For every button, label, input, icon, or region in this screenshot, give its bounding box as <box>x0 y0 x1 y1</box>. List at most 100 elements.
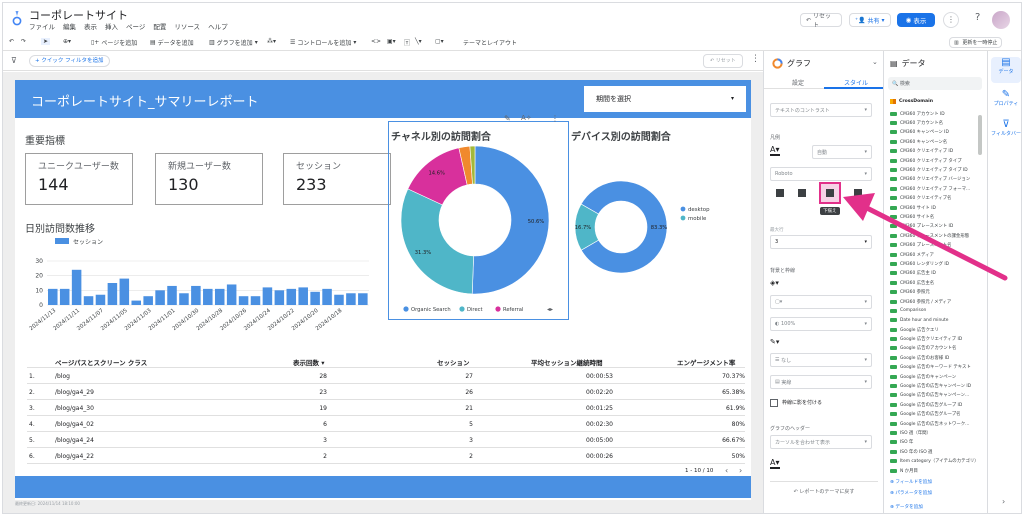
column-header-views[interactable]: 表示回数 ▾ <box>293 357 325 367</box>
legend-pager-icon[interactable]: ◂▸ <box>547 306 553 313</box>
field-list-item[interactable]: ISO 年 <box>890 438 978 447</box>
bar[interactable] <box>71 269 82 305</box>
bar[interactable] <box>298 287 308 305</box>
bar[interactable] <box>48 288 58 305</box>
bar[interactable] <box>95 294 106 305</box>
daily-sessions-bar-chart[interactable]: セッション01020302024/11/132024/11/112024/11/… <box>25 235 375 345</box>
bar[interactable] <box>155 290 165 305</box>
tab-style[interactable]: スタイル <box>844 78 868 87</box>
data-search-input[interactable]: 🔍 検索 <box>888 77 982 90</box>
field-list-item[interactable]: Google 広告の広告グループ名 <box>890 410 978 419</box>
bar[interactable] <box>167 285 177 305</box>
more-vert-icon[interactable]: ⋮ <box>751 54 760 64</box>
kpi-card-sessions[interactable]: セッション 233 <box>283 153 391 205</box>
column-header-duration[interactable]: 平均セッション継続時間 <box>531 357 603 367</box>
explore-icon[interactable]: A✧ <box>521 114 532 122</box>
font-color-icon[interactable]: A▾ <box>770 146 780 156</box>
community-viz-icon[interactable]: ⁂▾ <box>267 38 276 45</box>
rail-filterbar-button[interactable]: ⊽ フィルタバー <box>991 119 1021 145</box>
add-chart-button[interactable]: ▥ グラフを追加 ▾ <box>209 38 258 47</box>
table-row[interactable]: 1. /blog 28 27 00:00:53 70.37% <box>27 368 745 384</box>
field-list-item[interactable]: CM360 キャンペーン名 <box>890 137 978 146</box>
avatar[interactable] <box>992 11 1010 29</box>
help-icon[interactable]: ? <box>975 12 980 23</box>
field-list-item[interactable]: Google 広告のキーワード テキスト <box>890 363 978 372</box>
field-list-item[interactable]: CM360 参照元 / メディア <box>890 297 978 306</box>
align-top-icon[interactable] <box>776 189 784 197</box>
align-middle-icon[interactable] <box>798 189 806 197</box>
bar[interactable] <box>262 287 273 305</box>
bar[interactable] <box>203 288 213 305</box>
collapse-chevron-icon[interactable]: ⌄ <box>872 58 878 66</box>
undo-icon[interactable]: ↶ <box>9 38 14 45</box>
device-donut-chart[interactable]: 83.3% 16.7% desktop mobile <box>571 175 741 280</box>
line-icon[interactable]: ╲▾ <box>415 38 422 45</box>
reset-button[interactable]: ↶ リセット <box>800 13 842 29</box>
menu-view[interactable]: 表示 <box>84 21 97 31</box>
field-list-item[interactable]: ISO 週（年間） <box>890 428 978 437</box>
menu-arrange[interactable]: 配置 <box>153 21 166 31</box>
bar[interactable] <box>119 278 130 305</box>
background-color-select[interactable]: ▢▾ ▾ <box>770 295 872 309</box>
shape-icon[interactable]: ▢▾ <box>435 38 444 45</box>
scrollbar[interactable] <box>978 115 982 155</box>
add-field-button[interactable]: ⊕ フィールドを追加 <box>890 479 932 485</box>
date-range-selector[interactable]: 期間を選択 ▾ <box>584 86 746 112</box>
zoom-icon[interactable]: ⊕▾ <box>63 38 71 45</box>
field-list-item[interactable]: Google 広告の広告ネットワーク... <box>890 419 978 428</box>
table-row[interactable]: 4. /blog/ga4_02 6 5 00:02:30 80% <box>27 416 745 432</box>
menu-file[interactable]: ファイル <box>29 21 55 31</box>
chart-header-select[interactable]: カーソルを合わせて表示 ▾ <box>770 435 872 449</box>
field-list-item[interactable]: CM360 キャンペーン ID <box>890 128 978 137</box>
field-list-item[interactable]: N か月目 <box>890 466 978 475</box>
menu-page[interactable]: ページ <box>126 21 145 31</box>
border-weight-select[interactable]: ☰ なし ▾ <box>770 353 872 367</box>
edit-pencil-icon[interactable]: ✎ <box>504 114 511 123</box>
field-list-item[interactable]: Comparison <box>890 306 978 315</box>
rail-properties-button[interactable]: ✎ プロパティ <box>991 89 1021 115</box>
field-list-item[interactable]: Item category（アイテムのカテゴリ） <box>890 456 978 465</box>
text-contrast-select[interactable]: テキストのコントラスト ▾ <box>770 103 872 117</box>
rail-data-button[interactable]: ▤ データ <box>991 57 1021 83</box>
view-button[interactable]: ◉ 表示 <box>897 13 935 27</box>
filter-reset-button[interactable]: ↶ リセット <box>703 54 743 68</box>
code-icon[interactable]: <> <box>371 38 381 45</box>
image-icon[interactable]: ▣▾ <box>387 38 396 45</box>
column-header-path[interactable]: ページパスとスクリーン クラス <box>55 357 147 367</box>
bar[interactable] <box>286 288 297 305</box>
menu-resource[interactable]: リソース <box>174 21 200 31</box>
bar[interactable] <box>334 294 344 305</box>
column-header-engagement[interactable]: エンゲージメント率 <box>677 357 735 367</box>
channel-donut-chart[interactable]: 50.6% 31.3% 14.6% Organic Search Direct Refer… <box>395 138 563 316</box>
more-options-icon[interactable]: ⋮ <box>943 12 959 28</box>
bar[interactable] <box>131 300 142 305</box>
column-header-sessions[interactable]: セッション <box>437 357 470 367</box>
kpi-card-new-users[interactable]: 新規ユーザー数 130 <box>155 153 263 205</box>
border-style-select[interactable]: ▤ 実線 ▾ <box>770 375 872 389</box>
next-page-icon[interactable]: › <box>739 466 742 475</box>
menu-edit[interactable]: 編集 <box>63 21 76 31</box>
bar[interactable] <box>250 296 261 305</box>
shadow-checkbox[interactable] <box>770 399 778 407</box>
field-list-item[interactable]: Google 広告クリエイティブ ID <box>890 334 978 343</box>
field-list-item[interactable]: Google 広告の広告グループ ID <box>890 400 978 409</box>
field-list-item[interactable]: Google 広告の広告キャンペーン ID <box>890 381 978 390</box>
table-row[interactable]: 3. /blog/ga4_30 19 21 00:01:25 61.9% <box>27 400 745 416</box>
pie-slice[interactable] <box>400 188 474 295</box>
field-list-item[interactable]: Date hour and minute <box>890 316 978 325</box>
border-color-icon[interactable]: ✎▾ <box>770 338 779 346</box>
add-data-button[interactable]: ▤ データを追加 <box>150 38 194 47</box>
add-page-button[interactable]: ▯+ ページを追加 <box>91 38 137 47</box>
reset-theme-button[interactable]: ↶ レポートのテーマに戻す <box>770 481 878 495</box>
bar[interactable] <box>214 288 225 305</box>
fill-color-icon[interactable]: ◈▾ <box>770 279 779 287</box>
table-row[interactable]: 5. /blog/ga4_24 3 3 00:05:00 66.67% <box>27 432 745 448</box>
text-icon[interactable]: 🅃 <box>404 38 410 47</box>
redo-icon[interactable]: ↷ <box>21 38 26 45</box>
field-list-item[interactable]: ISO 年の ISO 週 <box>890 447 978 456</box>
bar[interactable] <box>238 296 249 305</box>
opacity-select[interactable]: ◐ 100% ▾ <box>770 317 872 331</box>
bar[interactable] <box>322 288 332 305</box>
bar[interactable] <box>143 296 153 305</box>
field-list-item[interactable]: Google 広告のアカウント名 <box>890 344 978 353</box>
